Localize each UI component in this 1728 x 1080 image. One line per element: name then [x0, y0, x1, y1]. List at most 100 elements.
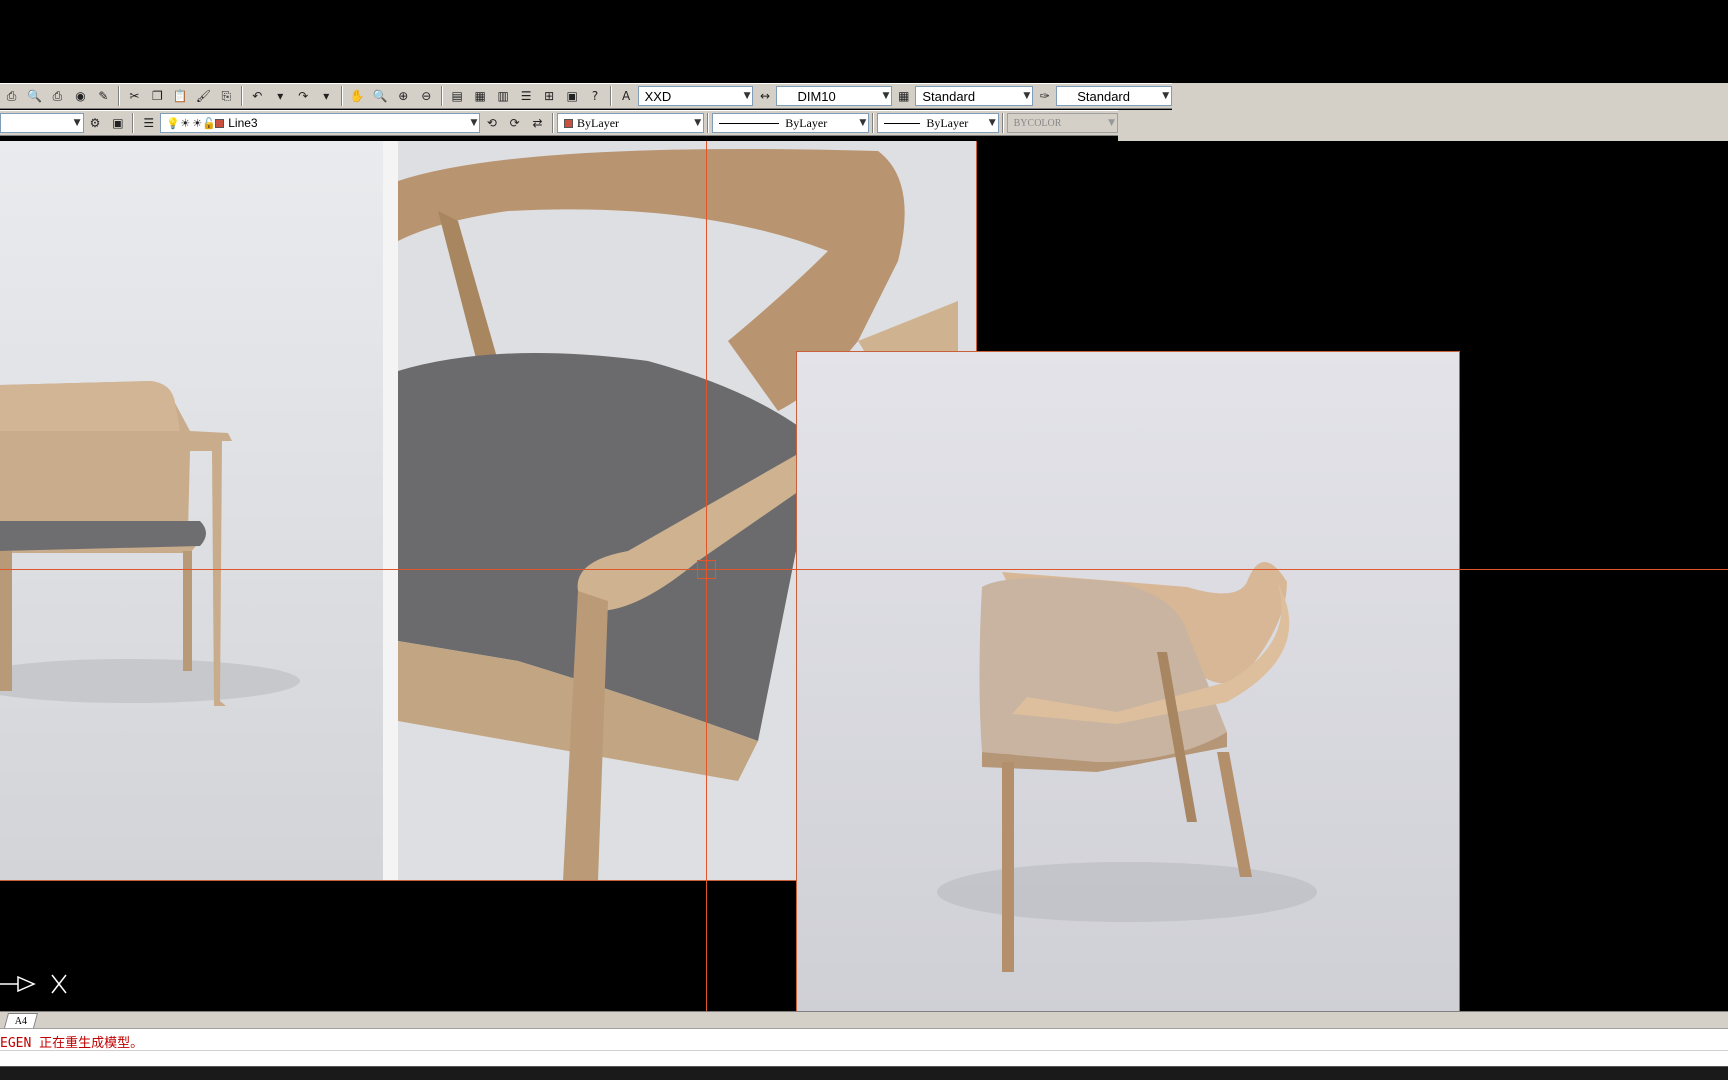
- layer-state-icon[interactable]: ▣: [108, 114, 127, 133]
- toolbar-separator: [240, 86, 243, 106]
- chevron-down-icon: ▼: [694, 118, 702, 128]
- zoom-previous-icon[interactable]: ⊖: [417, 87, 436, 106]
- layer-states-manager-icon[interactable]: ⚙: [86, 114, 105, 133]
- text-style-icon[interactable]: A: [617, 87, 636, 106]
- linetype-control-value: ByLayer: [785, 115, 828, 130]
- layer-color-swatch: [215, 118, 225, 128]
- chevron-down-icon: ▼: [882, 91, 890, 101]
- frame-line-bottom: [0, 880, 797, 881]
- chevron-down-icon: ▼: [743, 91, 751, 101]
- match-properties-icon[interactable]: 🖌: [194, 87, 213, 106]
- chevron-down-icon: ▼: [470, 118, 478, 128]
- chevron-down-icon: ▼: [73, 118, 81, 128]
- layer-state-select[interactable]: ▼: [0, 113, 84, 133]
- command-input[interactable]: [0, 1050, 1728, 1066]
- lineweight-control-select[interactable]: ByLayer ▼: [877, 113, 999, 133]
- toolbar-separator: [132, 113, 135, 133]
- lightbulb-icon: 💡: [166, 116, 181, 130]
- command-line-window: EGEN 正在重生成模型。: [0, 1028, 1728, 1066]
- chair-photo-right[interactable]: [796, 351, 1460, 1011]
- ucs-icon: [0, 974, 67, 994]
- table-style-icon[interactable]: ▦: [894, 87, 913, 106]
- multileader-style-select[interactable]: Standard ▼: [1056, 86, 1173, 106]
- photo-divider: [383, 141, 398, 881]
- ucs-x-icon: [51, 974, 67, 994]
- layer-combo-content: 💡 ☀ ☀ 🔓 Line3: [166, 114, 257, 133]
- multileader-style-icon[interactable]: ✑: [1035, 87, 1054, 106]
- dim-style-value: DIM10: [797, 88, 836, 104]
- block-editor-icon[interactable]: ⎘: [217, 87, 236, 106]
- sun-icon: ☀: [180, 116, 191, 130]
- redo-icon[interactable]: ↷: [294, 87, 313, 106]
- dim-style-icon[interactable]: ↔: [755, 87, 774, 106]
- command-history-text: EGEN 正在重生成模型。: [0, 1036, 144, 1051]
- toolbar-separator: [340, 86, 343, 106]
- markup-icon[interactable]: ✎: [94, 87, 113, 106]
- pan-icon[interactable]: ✋: [348, 87, 367, 106]
- lineweight-preview: [884, 122, 921, 124]
- layout-tab-bar: A4: [0, 1011, 1728, 1028]
- layer-match-icon[interactable]: ⇄: [528, 114, 547, 133]
- table-style-select[interactable]: Standard ▼: [915, 86, 1034, 106]
- layer-properties-icon[interactable]: ☰: [139, 114, 158, 133]
- cursor-pickbox: [697, 560, 716, 579]
- color-control-select[interactable]: ByLayer ▼: [557, 113, 705, 133]
- sheet-set-icon[interactable]: ☰: [517, 87, 536, 106]
- linetype-control-select[interactable]: ByLayer ▼: [712, 113, 870, 133]
- layers-toolbar: ▼ ⚙ ▣ ☰ 💡 ☀ ☀ 🔓 Line3 ▼ ⟲ ⟳ ⇄ ByLayer ▼ …: [0, 110, 1119, 136]
- color-control-content: ByLayer: [564, 116, 619, 131]
- text-style-value: XXD: [644, 88, 672, 104]
- plotstyle-control-select: BYCOLOR ▼: [1006, 113, 1119, 133]
- paste-icon[interactable]: 📋: [171, 87, 190, 106]
- tool-palettes-icon[interactable]: ▥: [494, 87, 513, 106]
- toolbar-separator: [609, 86, 612, 106]
- frame-line-right: [976, 141, 977, 352]
- cut-icon[interactable]: ✂: [125, 87, 144, 106]
- properties-icon[interactable]: ▤: [448, 87, 467, 106]
- tab-label: A4: [14, 1015, 28, 1027]
- toolbar-separator: [872, 113, 875, 133]
- standard-toolbar: ⎙ 🔍 ⎙ ◉ ✎ ✂ ❐ 📋 🖌 ⎘ ↶ ▾ ↷ ▾ ✋ 🔍 ⊕ ⊖ ▤ ▦ …: [0, 83, 1173, 109]
- zoom-realtime-icon[interactable]: 🔍: [371, 87, 390, 106]
- table-style-value: Standard: [922, 88, 976, 104]
- chevron-down-icon: ▼: [988, 118, 996, 128]
- lineweight-control-value: ByLayer: [926, 115, 969, 130]
- plot-icon[interactable]: ⎙: [48, 87, 67, 106]
- redo-dropdown-icon[interactable]: ▾: [317, 87, 336, 106]
- linetype-control-content: ByLayer: [719, 116, 827, 131]
- multileader-style-value: Standard: [1077, 88, 1130, 104]
- copy-icon[interactable]: ❐: [148, 87, 167, 106]
- chair-photo-left[interactable]: [0, 141, 383, 881]
- chevron-down-icon: ▼: [859, 118, 867, 128]
- markup-set-icon[interactable]: ⊞: [540, 87, 559, 106]
- crosshair-horizontal: [0, 569, 1728, 570]
- publish-web-icon[interactable]: ◉: [71, 87, 90, 106]
- color-control-value: ByLayer: [577, 115, 620, 130]
- toolbar-separator: [707, 113, 710, 133]
- text-style-select[interactable]: XXD ▼: [637, 86, 754, 106]
- toolbar-background: [1172, 83, 1728, 141]
- toolbar-separator: [117, 86, 120, 106]
- unlock-icon: 🔓: [202, 116, 217, 130]
- drawing-canvas[interactable]: [0, 141, 1728, 1011]
- calculator-icon[interactable]: ▣: [563, 87, 582, 106]
- toolbar-background: [1118, 110, 1172, 141]
- layer-select[interactable]: 💡 ☀ ☀ 🔓 Line3 ▼: [160, 113, 481, 133]
- make-current-layer-icon[interactable]: ⟲: [482, 114, 501, 133]
- dim-style-select[interactable]: DIM10 ▼: [776, 86, 893, 106]
- layer-previous-icon[interactable]: ⟳: [505, 114, 524, 133]
- plotstyle-control-value: BYCOLOR: [1013, 117, 1062, 129]
- zoom-window-icon[interactable]: ⊕: [394, 87, 413, 106]
- chevron-down-icon: ▼: [1162, 91, 1170, 101]
- color-swatch: [564, 118, 574, 128]
- tab-layout-a4[interactable]: A4: [3, 1013, 39, 1028]
- plot-preview-icon[interactable]: 🔍: [25, 87, 44, 106]
- publish-icon[interactable]: ⎙: [2, 87, 21, 106]
- undo-icon[interactable]: ↶: [248, 87, 267, 106]
- chevron-down-icon: ▼: [1023, 91, 1031, 101]
- design-center-icon[interactable]: ▦: [471, 87, 490, 106]
- undo-dropdown-icon[interactable]: ▾: [271, 87, 290, 106]
- status-bar: [0, 1066, 1728, 1080]
- help-icon[interactable]: ?: [586, 87, 605, 106]
- lineweight-control-content: ByLayer: [884, 116, 968, 131]
